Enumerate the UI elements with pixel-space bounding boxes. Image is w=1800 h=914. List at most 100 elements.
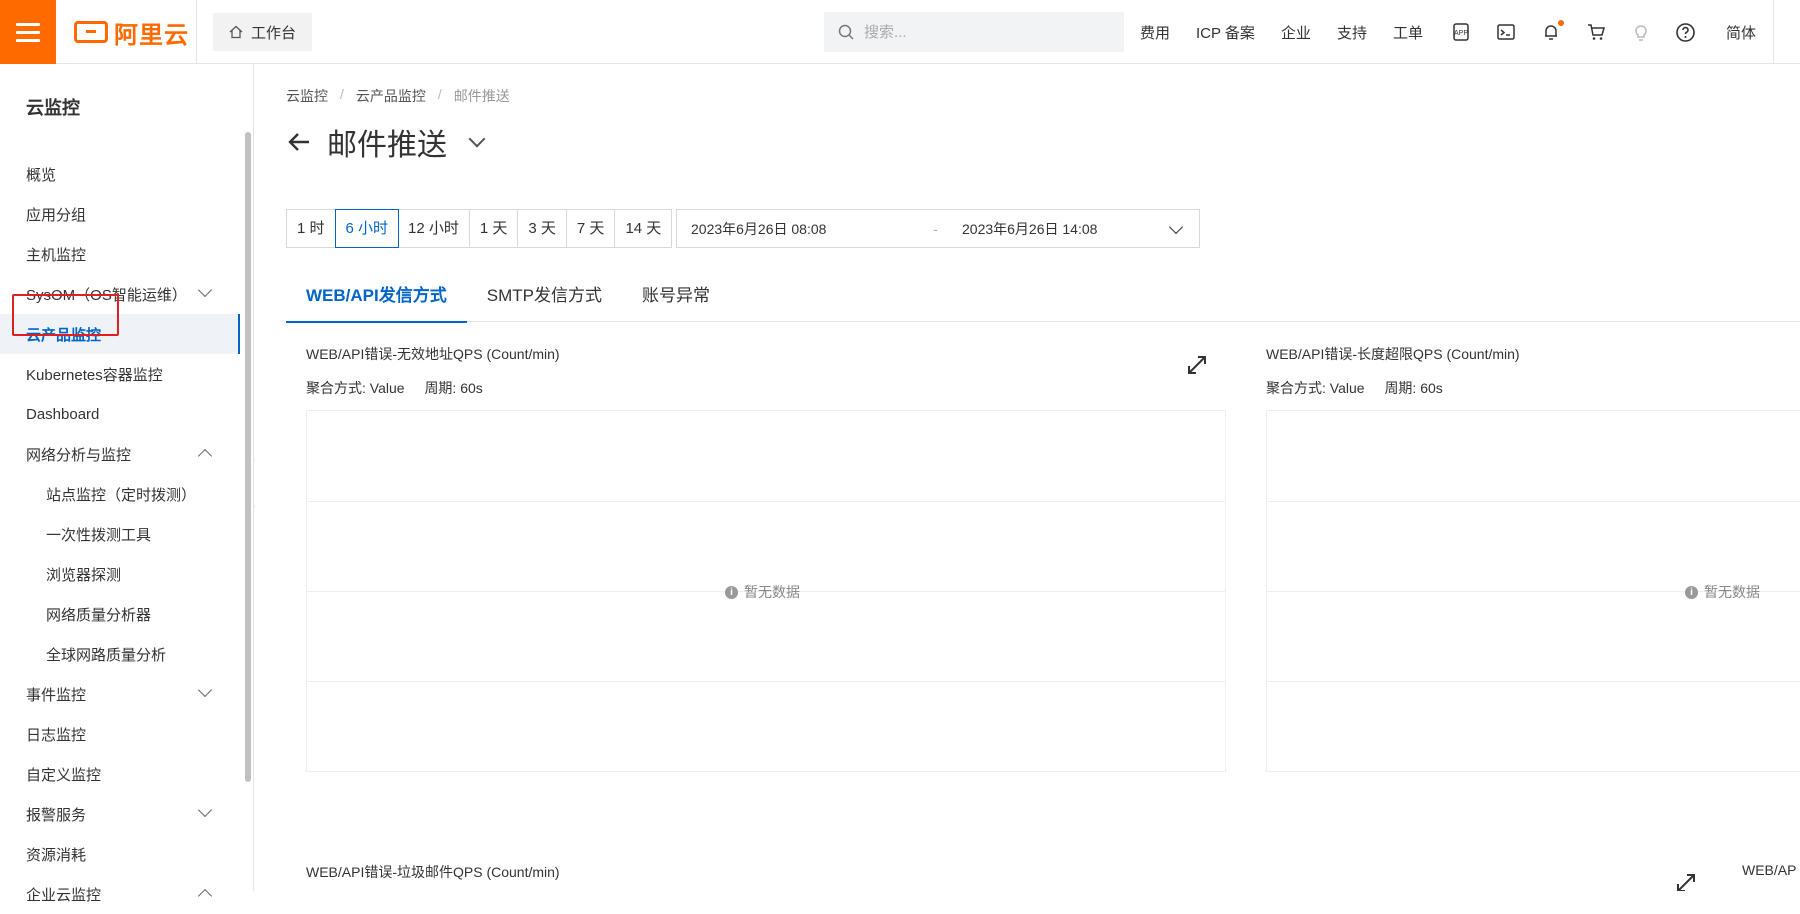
range-14d[interactable]: 14 天 bbox=[615, 210, 672, 247]
sidebar-item-custom-monitoring[interactable]: 自定义监控 bbox=[0, 754, 240, 794]
chevron-up-icon bbox=[197, 888, 213, 904]
sidebar-item-log-monitoring[interactable]: 日志监控 bbox=[0, 714, 240, 754]
sidebar-item-resource-usage[interactable]: 资源消耗 bbox=[0, 834, 240, 874]
chevron-down-icon bbox=[197, 282, 213, 298]
sidebar-item-kubernetes[interactable]: Kubernetes容器监控 bbox=[0, 354, 240, 394]
tab-account-exception[interactable]: 账号异常 bbox=[622, 274, 730, 322]
date-range-picker[interactable]: 2023年6月26日 08:08 - 2023年6月26日 14:08 bbox=[676, 209, 1200, 248]
range-1d[interactable]: 1 天 bbox=[469, 210, 519, 247]
sidebar-item-app-groups[interactable]: 应用分组 bbox=[0, 194, 240, 234]
terminal-icon[interactable] bbox=[1495, 22, 1516, 43]
top-link-enterprise[interactable]: 企业 bbox=[1281, 22, 1311, 43]
top-icons: APP bbox=[1450, 0, 1696, 64]
chart-period: 周期: 60s bbox=[1384, 380, 1443, 396]
sidebar-item-alarm-service[interactable]: 报警服务 bbox=[0, 794, 240, 834]
sidebar-item-browser-probe[interactable]: 浏览器探测 bbox=[0, 554, 240, 594]
page-title: 邮件推送 bbox=[327, 129, 447, 162]
chart-meta: 聚合方式: Value 周期: 60s bbox=[1266, 378, 1786, 398]
aliyun-logo[interactable]: 阿里云 bbox=[74, 16, 189, 49]
chevron-down-icon bbox=[1168, 219, 1184, 235]
breadcrumb-current: 邮件推送 bbox=[453, 88, 510, 104]
divider bbox=[1773, 0, 1774, 64]
chevron-down-icon bbox=[197, 802, 213, 818]
sidebar-item-sysom[interactable]: SysOM（OS智能运维） bbox=[0, 274, 240, 314]
breadcrumb: 云监控 / 云产品监控 / 邮件推送 bbox=[286, 86, 510, 106]
chart-title: WEB/API错误-长度超限QPS (Count/min) bbox=[1266, 346, 1520, 362]
main-content: 云监控 / 云产品监控 / 邮件推送 邮件推送 1 时 6 小时 12 小时 1… bbox=[255, 64, 1800, 891]
tab-smtp[interactable]: SMTP发信方式 bbox=[467, 274, 622, 322]
breadcrumb-cloud-product-monitoring[interactable]: 云产品监控 bbox=[356, 86, 426, 106]
grid-line bbox=[307, 501, 1225, 502]
chart-card: WEB/API错误-长度超限QPS (Count/min) 聚合方式: Valu… bbox=[1266, 344, 1786, 398]
sidebar-item-enterprise-monitoring[interactable]: 企业云监控 bbox=[0, 874, 240, 914]
workbench-label: 工作台 bbox=[251, 24, 297, 42]
workbench-button[interactable]: 工作台 bbox=[213, 13, 313, 51]
search-box[interactable] bbox=[824, 12, 1124, 52]
app-icon[interactable]: APP bbox=[1450, 22, 1471, 43]
chart-title: WEB/API错误-垃圾邮件QPS (Count/min) bbox=[306, 864, 560, 880]
language-switch[interactable]: 简体 bbox=[1726, 22, 1756, 43]
chart-aggregation: 聚合方式: Value bbox=[1266, 380, 1365, 396]
chart-title: WEB/API错误-无效地址QPS (Count/min) bbox=[306, 346, 560, 362]
sidebar: 云监控 概览 应用分组 主机监控 SysOM（OS智能运维） 云产品监控 Kub… bbox=[0, 64, 254, 904]
chart-plot-area: i 暂无数据 bbox=[306, 410, 1226, 772]
sidebar-scrollbar[interactable] bbox=[245, 132, 251, 782]
sidebar-item-overview[interactable]: 概览 bbox=[0, 154, 240, 194]
chart-plot-area: i 暂无数据 bbox=[1266, 410, 1800, 772]
divider bbox=[196, 0, 197, 64]
chart-meta: 聚合方式: Value 周期: 60s bbox=[306, 378, 1226, 398]
chart-card: WEB/API错误-无效地址QPS (Count/min) 聚合方式: Valu… bbox=[306, 344, 1226, 398]
time-range-selector: 1 时 6 小时 12 小时 1 天 3 天 7 天 14 天 bbox=[286, 209, 673, 248]
sidebar-item-event-monitoring[interactable]: 事件监控 bbox=[0, 674, 240, 714]
chart-aggregation: 聚合方式: Value bbox=[306, 380, 405, 396]
hamburger-menu-icon[interactable] bbox=[0, 0, 56, 64]
chevron-up-icon bbox=[197, 448, 213, 464]
no-data-message: i 暂无数据 bbox=[725, 582, 800, 602]
sidebar-item-host-monitoring[interactable]: 主机监控 bbox=[0, 234, 240, 274]
help-icon[interactable] bbox=[1675, 22, 1696, 43]
grid-line bbox=[1267, 501, 1800, 502]
top-link-support[interactable]: 支持 bbox=[1337, 22, 1367, 43]
bell-icon[interactable] bbox=[1540, 19, 1564, 43]
sidebar-item-one-time-probe[interactable]: 一次性拨测工具 bbox=[0, 514, 240, 554]
expand-icon[interactable] bbox=[1675, 872, 1697, 891]
svg-text:APP: APP bbox=[1453, 30, 1467, 37]
lightbulb-icon[interactable] bbox=[1630, 22, 1651, 43]
top-link-ticket[interactable]: 工单 bbox=[1393, 22, 1423, 43]
brand-name: 阿里云 bbox=[114, 21, 189, 49]
chart-title: WEB/AP bbox=[1742, 862, 1797, 878]
search-icon bbox=[838, 24, 854, 40]
range-7d[interactable]: 7 天 bbox=[566, 210, 616, 247]
sidebar-item-global-network-quality[interactable]: 全球网路质量分析 bbox=[0, 634, 240, 674]
cart-icon[interactable] bbox=[1585, 22, 1606, 43]
search-input[interactable] bbox=[864, 23, 1104, 41]
back-arrow-icon[interactable] bbox=[285, 128, 313, 156]
top-links: 费用 ICP 备案 企业 支持 工单 bbox=[1140, 0, 1449, 64]
range-6h[interactable]: 6 小时 bbox=[334, 209, 400, 248]
sidebar-item-dashboard[interactable]: Dashboard bbox=[0, 394, 240, 434]
no-data-message: i 暂无数据 bbox=[1685, 582, 1760, 602]
range-3d[interactable]: 3 天 bbox=[518, 210, 567, 247]
range-1h[interactable]: 1 时 bbox=[287, 210, 336, 247]
top-link-billing[interactable]: 费用 bbox=[1140, 22, 1170, 43]
breadcrumb-separator: / bbox=[437, 86, 442, 102]
chevron-down-icon[interactable] bbox=[468, 130, 486, 148]
sidebar-item-network-analysis[interactable]: 网络分析与监控 bbox=[0, 434, 240, 474]
sidebar-item-network-quality-analyzer[interactable]: 网络质量分析器 bbox=[0, 594, 240, 634]
top-link-icp[interactable]: ICP 备案 bbox=[1196, 22, 1255, 43]
grid-line bbox=[1267, 681, 1800, 682]
range-12h[interactable]: 12 小时 bbox=[398, 210, 470, 247]
chart-card: WEB/API错误-垃圾邮件QPS (Count/min) bbox=[306, 862, 1226, 882]
date-start: 2023年6月26日 08:08 bbox=[691, 220, 827, 237]
sidebar-title: 云监控 bbox=[26, 98, 80, 118]
sidebar-item-site-monitoring[interactable]: 站点监控（定时拨测） bbox=[0, 474, 240, 514]
home-icon bbox=[229, 25, 243, 39]
chevron-down-icon bbox=[197, 682, 213, 698]
chart-card: WEB/AP bbox=[1742, 862, 1800, 878]
notification-dot bbox=[1558, 19, 1564, 26]
tab-web-api[interactable]: WEB/API发信方式 bbox=[286, 274, 467, 323]
sidebar-item-cloud-product-monitoring[interactable]: 云产品监控 bbox=[0, 314, 240, 354]
expand-icon[interactable] bbox=[1186, 354, 1208, 376]
date-separator: - bbox=[933, 220, 938, 237]
breadcrumb-cloud-monitor[interactable]: 云监控 bbox=[286, 86, 328, 106]
